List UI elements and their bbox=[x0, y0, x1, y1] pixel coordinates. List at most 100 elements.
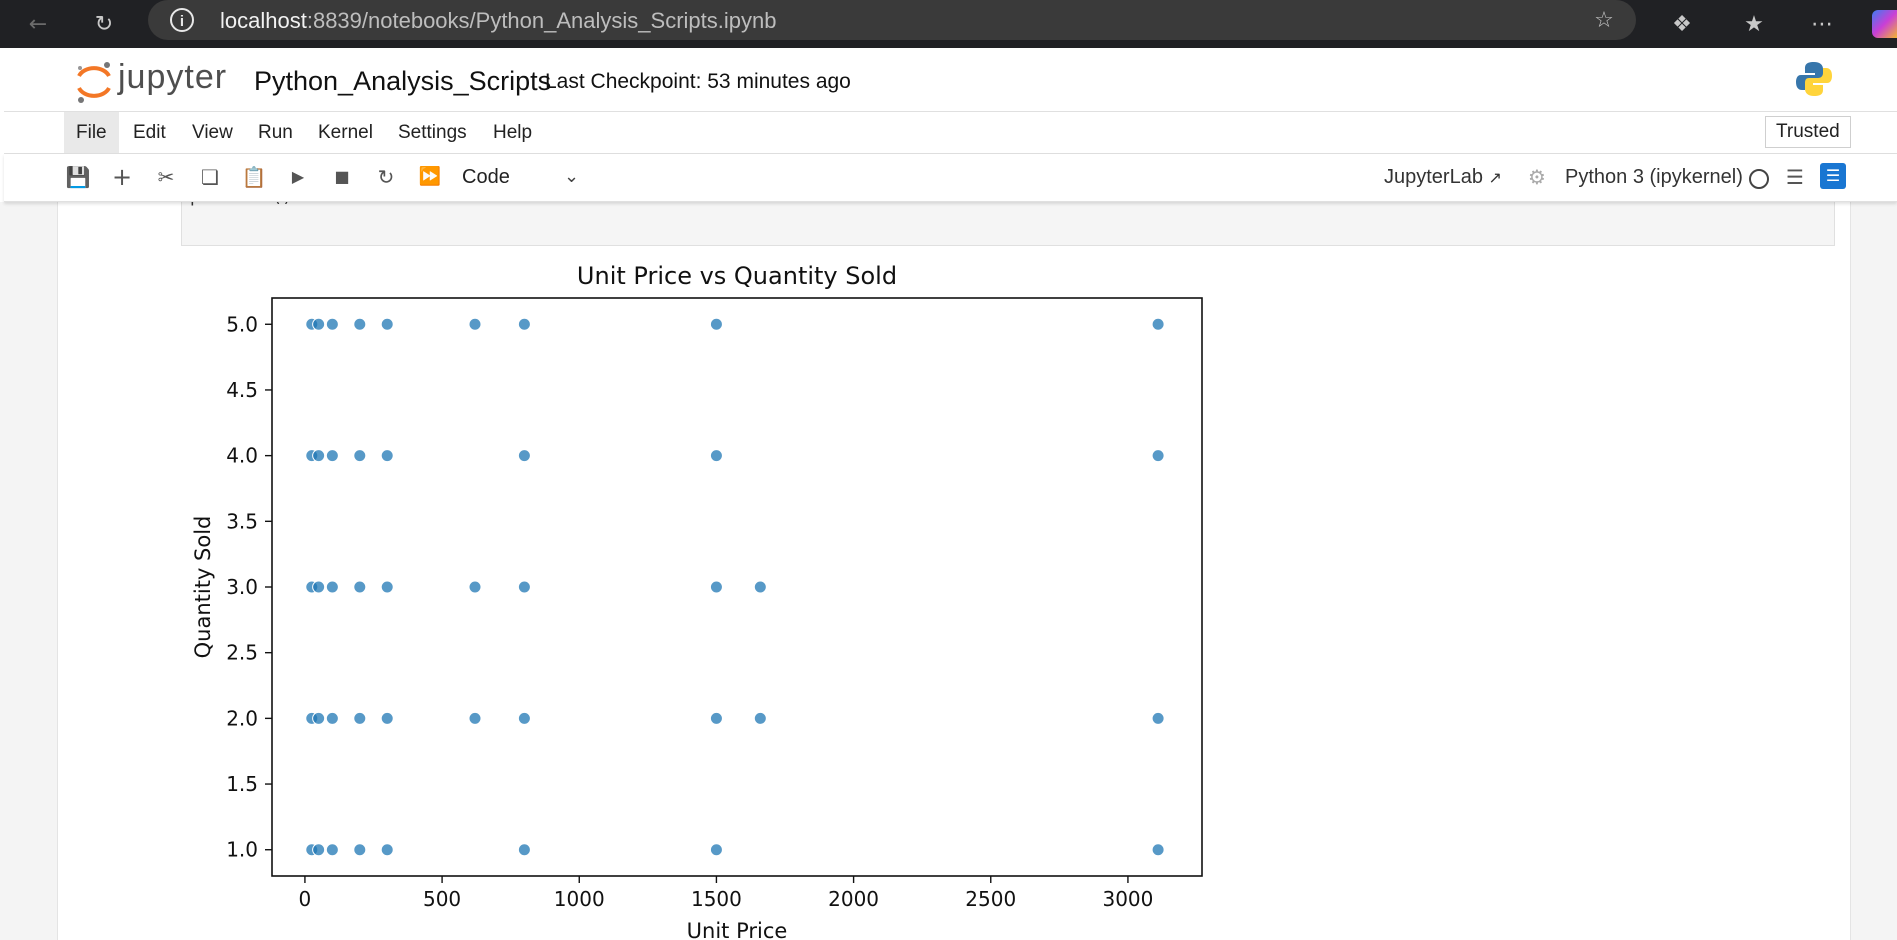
favorite-star-icon[interactable]: ☆ bbox=[1588, 4, 1620, 36]
y-axis-label: Quantity Sold bbox=[191, 516, 215, 659]
scatter-point bbox=[468, 580, 482, 594]
scatter-point bbox=[380, 580, 394, 594]
scatter-point bbox=[325, 580, 339, 594]
save-icon[interactable]: 💾 bbox=[65, 164, 91, 190]
plot-frame bbox=[271, 297, 1203, 877]
debugger-icon[interactable]: ⚙ bbox=[1524, 164, 1550, 190]
jupyterlab-label: JupyterLab bbox=[1384, 166, 1483, 188]
menu-kernel[interactable]: Kernel bbox=[318, 112, 373, 153]
menu-help[interactable]: Help bbox=[493, 112, 532, 153]
y-tick-label: 3.0 bbox=[226, 575, 258, 599]
copy-icon[interactable]: ❏ bbox=[197, 164, 223, 190]
scatter-point bbox=[325, 711, 339, 725]
menu-edit[interactable]: Edit bbox=[133, 112, 166, 153]
scatter-point bbox=[312, 449, 326, 463]
menu-bar: File Edit View Run Kernel Settings Help … bbox=[4, 112, 1897, 154]
vertical-scrollbar[interactable] bbox=[1884, 202, 1897, 940]
x-tick-label: 3000 bbox=[1102, 887, 1153, 911]
scatter-point bbox=[517, 711, 531, 725]
property-inspector-icon[interactable]: ☰ bbox=[1820, 163, 1846, 189]
url-text[interactable]: localhost:8839/notebooks/Python_Analysis… bbox=[220, 8, 776, 34]
paste-icon[interactable]: 📋 bbox=[241, 164, 267, 190]
chevron-down-icon[interactable]: ⌄ bbox=[564, 162, 579, 192]
scatter-point bbox=[353, 711, 367, 725]
scatter-point bbox=[353, 843, 367, 857]
x-tick-label: 2000 bbox=[828, 887, 879, 911]
scatter-point bbox=[517, 843, 531, 857]
scatter-point bbox=[1151, 843, 1165, 857]
y-tick-label: 3.5 bbox=[226, 509, 258, 533]
cell-type-select[interactable]: Code bbox=[462, 162, 510, 192]
y-axis: 1.0 1.5 2.0 2.5 3.0 3.5 4.0 4.5 5.0 bbox=[226, 312, 272, 862]
scatter-point bbox=[312, 711, 326, 725]
jupyter-logo-icon[interactable] bbox=[74, 60, 114, 104]
y-tick-label: 4.0 bbox=[226, 444, 258, 468]
scatter-point bbox=[353, 317, 367, 331]
trusted-indicator[interactable]: Trusted bbox=[1765, 116, 1851, 148]
back-arrow-icon[interactable]: ← bbox=[22, 8, 54, 40]
y-tick-label: 1.5 bbox=[226, 772, 258, 796]
scatter-point bbox=[709, 843, 723, 857]
kernel-name[interactable]: Python 3 (ipykernel) bbox=[1565, 164, 1743, 190]
scatter-chart: Unit Price vs Quantity Sold 0 500 1000 1500… bbox=[191, 262, 1203, 940]
menu-view[interactable]: View bbox=[192, 112, 233, 153]
favorites-icon[interactable]: ★ bbox=[1738, 8, 1770, 40]
notebook-title[interactable]: Python_Analysis_Scripts bbox=[254, 66, 551, 97]
x-tick-label: 1000 bbox=[554, 887, 605, 911]
cut-icon[interactable]: ✂ bbox=[153, 164, 179, 190]
menu-file[interactable]: File bbox=[64, 112, 119, 153]
chart-title: Unit Price vs Quantity Sold bbox=[577, 262, 897, 290]
scatter-point bbox=[353, 449, 367, 463]
scatter-point bbox=[325, 317, 339, 331]
fast-forward-icon[interactable]: ⏩ bbox=[417, 164, 443, 190]
x-tick-label: 0 bbox=[299, 887, 312, 911]
browser-toolbar: ← ↻ i localhost:8839/notebooks/Python_An… bbox=[0, 0, 1897, 48]
scatter-point bbox=[1151, 711, 1165, 725]
notebook-toolbar: 💾 + ✂ ❏ 📋 ▶ ■ ↻ ⏩ Code ⌄ JupyterLab ↗ ⚙ … bbox=[4, 154, 1897, 202]
scatter-point bbox=[517, 580, 531, 594]
more-options-icon[interactable]: ⋯ bbox=[1806, 8, 1838, 40]
y-tick-label: 4.5 bbox=[226, 378, 258, 402]
scatter-point bbox=[709, 317, 723, 331]
scatter-point bbox=[517, 317, 531, 331]
scatter-point bbox=[380, 449, 394, 463]
jupyter-header: jupyter Python_Analysis_Scripts Last Che… bbox=[4, 48, 1897, 112]
open-in-jupyterlab-link[interactable]: JupyterLab ↗ bbox=[1384, 164, 1502, 192]
scatter-point bbox=[1151, 317, 1165, 331]
scatter-point bbox=[517, 449, 531, 463]
reload-icon[interactable]: ↻ bbox=[88, 8, 120, 40]
run-icon[interactable]: ▶ bbox=[285, 164, 311, 190]
last-checkpoint: Last Checkpoint: 53 minutes ago bbox=[545, 70, 851, 93]
add-cell-icon[interactable]: + bbox=[109, 164, 135, 190]
y-tick-label: 1.0 bbox=[226, 838, 258, 862]
external-link-icon: ↗ bbox=[1488, 170, 1502, 187]
menu-run[interactable]: Run bbox=[258, 112, 293, 153]
address-bar[interactable]: i localhost:8839/notebooks/Python_Analys… bbox=[148, 0, 1636, 40]
scatter-point bbox=[753, 711, 767, 725]
scatter-point bbox=[468, 711, 482, 725]
scatter-point bbox=[325, 449, 339, 463]
y-tick-label: 2.0 bbox=[226, 706, 258, 730]
scatter-point bbox=[312, 317, 326, 331]
x-axis-label: Unit Price bbox=[687, 919, 788, 940]
y-tick-label: 5.0 bbox=[226, 312, 258, 336]
scatter-point bbox=[1151, 449, 1165, 463]
scatter-point bbox=[753, 580, 767, 594]
list-view-icon[interactable]: ☰ bbox=[1782, 164, 1808, 190]
stop-icon[interactable]: ■ bbox=[329, 164, 355, 190]
scatter-point bbox=[709, 580, 723, 594]
python-logo-icon bbox=[1796, 62, 1832, 96]
restart-icon[interactable]: ↻ bbox=[373, 164, 399, 190]
scatter-point bbox=[380, 843, 394, 857]
x-tick-label: 500 bbox=[423, 887, 461, 911]
scatter-point bbox=[312, 843, 326, 857]
x-tick-label: 2500 bbox=[965, 887, 1016, 911]
menu-settings[interactable]: Settings bbox=[398, 112, 467, 153]
copilot-icon[interactable] bbox=[1872, 10, 1897, 38]
site-info-icon[interactable]: i bbox=[170, 8, 194, 32]
extensions-icon[interactable]: ❖ bbox=[1666, 8, 1698, 40]
y-tick-label: 2.5 bbox=[226, 641, 258, 665]
jupyter-logo-text: jupyter bbox=[118, 58, 228, 96]
scatter-point bbox=[353, 580, 367, 594]
x-axis: 0 500 1000 1500 2000 2500 3000 bbox=[299, 876, 1153, 911]
